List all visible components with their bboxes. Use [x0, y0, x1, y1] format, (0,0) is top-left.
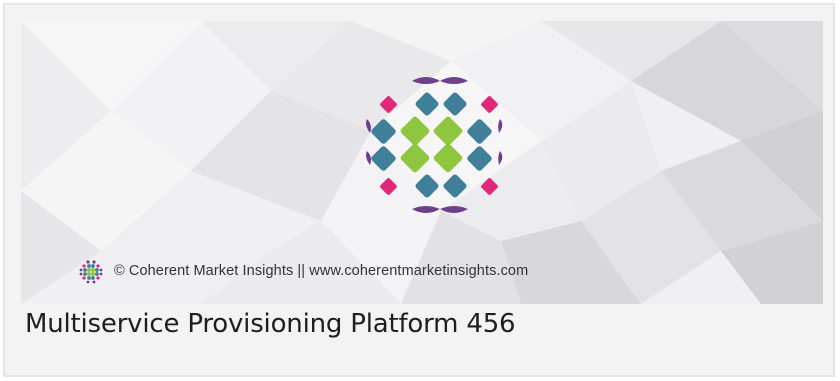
- image-credit: © Coherent Market Insights || www.cohere…: [78, 256, 528, 286]
- hero-image: © Coherent Market Insights || www.cohere…: [21, 21, 823, 304]
- article-card[interactable]: © Coherent Market Insights || www.cohere…: [3, 3, 835, 377]
- article-title[interactable]: Multiservice Provisioning Platform 456: [25, 309, 516, 339]
- credit-text: © Coherent Market Insights || www.cohere…: [114, 263, 529, 279]
- coherent-logo-small-icon: [79, 260, 103, 284]
